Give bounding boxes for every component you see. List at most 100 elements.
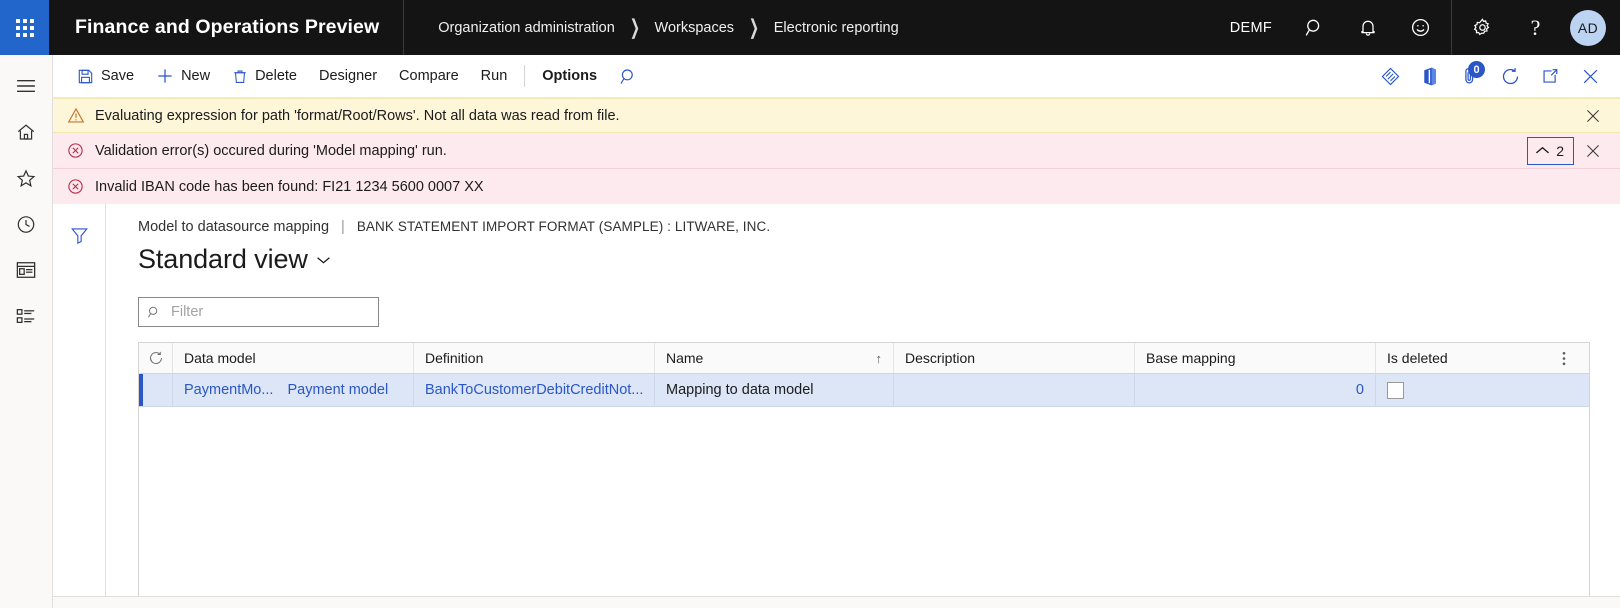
settings-button[interactable] bbox=[1456, 0, 1509, 55]
nav-recent-button[interactable] bbox=[0, 201, 52, 247]
column-options-ellipsis-icon bbox=[1562, 351, 1566, 365]
home-icon bbox=[17, 123, 35, 140]
error-circle-icon bbox=[68, 179, 83, 194]
quick-filter[interactable] bbox=[138, 297, 379, 327]
personalize-diamond-icon bbox=[1381, 67, 1399, 85]
grid-refresh-button[interactable] bbox=[139, 343, 173, 373]
sort-ascending-icon: ↑ bbox=[875, 350, 883, 366]
app-launcher-icon bbox=[15, 18, 34, 37]
breadcrumb: Organization administration ❯ Workspaces… bbox=[404, 0, 898, 55]
refresh-button[interactable] bbox=[1490, 58, 1530, 94]
error-message-bar: Validation error(s) occured during 'Mode… bbox=[53, 133, 1620, 168]
user-avatar[interactable]: AD bbox=[1570, 9, 1606, 46]
compare-button[interactable]: Compare bbox=[388, 60, 470, 92]
options-button[interactable]: Options bbox=[531, 60, 608, 92]
options-label: Options bbox=[542, 68, 598, 84]
grid-column-header-definition[interactable]: Definition bbox=[414, 343, 655, 373]
column-label: Data model bbox=[184, 350, 256, 366]
definition-link[interactable]: BankToCustomerDebitCreditNot... bbox=[425, 382, 643, 398]
feedback-smiley-icon bbox=[1411, 18, 1430, 37]
designer-button[interactable]: Designer bbox=[308, 60, 388, 92]
grid-column-header-data-model[interactable]: Data model bbox=[173, 343, 414, 373]
table-row[interactable]: PaymentMo... Payment model BankToCustome… bbox=[139, 374, 1589, 407]
cell-description[interactable] bbox=[894, 374, 1135, 406]
product-title[interactable]: Finance and Operations Preview bbox=[49, 0, 405, 55]
error-close-button[interactable] bbox=[1576, 135, 1610, 167]
warning-bar-actions bbox=[1576, 100, 1620, 132]
save-button[interactable]: Save bbox=[66, 60, 145, 92]
top-bar-actions: DEMF ? AD bbox=[1214, 0, 1620, 55]
cell-base-mapping[interactable]: 0 bbox=[1135, 374, 1376, 406]
favorites-star-icon bbox=[16, 168, 36, 187]
cell-definition[interactable]: BankToCustomerDebitCreditNot... bbox=[414, 374, 655, 406]
breadcrumb-item-2[interactable]: Electronic reporting bbox=[774, 20, 899, 36]
caption-separator: | bbox=[341, 219, 345, 235]
content-region: Model to datasource mapping | BANK STATE… bbox=[53, 204, 1620, 596]
grid-header-row: Data model Definition Name ↑ Description bbox=[139, 343, 1589, 374]
grid-body: PaymentMo... Payment model BankToCustome… bbox=[139, 374, 1589, 596]
error-collapse-toggle[interactable]: 2 bbox=[1527, 136, 1574, 165]
nav-modules-button[interactable] bbox=[0, 293, 52, 339]
app-launcher-button[interactable] bbox=[0, 0, 49, 55]
attachments-count-badge: 0 bbox=[1468, 61, 1485, 78]
personalize-button[interactable] bbox=[1370, 58, 1410, 94]
workspaces-icon bbox=[16, 262, 36, 278]
top-bar-divider bbox=[1451, 0, 1452, 55]
filter-pane-button[interactable] bbox=[53, 217, 105, 253]
help-button[interactable]: ? bbox=[1509, 0, 1562, 55]
search-icon bbox=[148, 306, 158, 318]
feedback-button[interactable] bbox=[1394, 0, 1447, 55]
close-icon bbox=[1587, 109, 1599, 122]
new-button[interactable]: New bbox=[145, 60, 221, 92]
close-icon bbox=[1583, 69, 1597, 83]
run-button[interactable]: Run bbox=[470, 60, 519, 92]
grid-column-header-base-mapping[interactable]: Base mapping bbox=[1135, 343, 1376, 373]
command-bar-right-actions: 0 bbox=[1370, 58, 1620, 94]
help-question-icon: ? bbox=[1530, 14, 1541, 40]
global-search-button[interactable] bbox=[1288, 0, 1341, 55]
nav-favorites-button[interactable] bbox=[0, 155, 52, 201]
page-caption-sub: BANK STATEMENT IMPORT FORMAT (SAMPLE) : … bbox=[356, 219, 771, 234]
nav-workspaces-button[interactable] bbox=[0, 247, 52, 293]
run-label: Run bbox=[480, 68, 508, 84]
grid-column-header-name[interactable]: Name ↑ bbox=[655, 343, 894, 373]
grid-column-header-is-deleted[interactable]: Is deleted bbox=[1376, 343, 1589, 373]
delete-button[interactable]: Delete bbox=[221, 60, 308, 92]
refresh-icon bbox=[149, 351, 162, 364]
cell-data-model[interactable]: PaymentMo... Payment model bbox=[173, 374, 414, 406]
warning-triangle-icon-wrap bbox=[67, 107, 93, 124]
office-app-icon bbox=[1424, 67, 1437, 85]
modules-list-icon bbox=[16, 309, 35, 323]
trash-icon bbox=[234, 70, 246, 83]
save-label: Save bbox=[101, 68, 135, 84]
office-integration-button[interactable] bbox=[1410, 58, 1450, 94]
app-body: Save New Delete Designer Compare Run Opt… bbox=[0, 55, 1620, 608]
nav-hamburger-button[interactable] bbox=[0, 63, 52, 109]
attachments-button[interactable]: 0 bbox=[1450, 58, 1490, 94]
error-circle-icon bbox=[68, 143, 83, 158]
view-selector[interactable]: Standard view bbox=[138, 244, 1590, 275]
cell-is-deleted[interactable] bbox=[1376, 374, 1589, 406]
filter-input[interactable] bbox=[169, 303, 370, 321]
data-model-name-link[interactable]: Payment model bbox=[287, 382, 388, 398]
main-area: Save New Delete Designer Compare Run Opt… bbox=[53, 55, 1620, 608]
nav-home-button[interactable] bbox=[0, 109, 52, 155]
designer-label: Designer bbox=[319, 68, 378, 84]
command-search-button[interactable] bbox=[608, 58, 648, 94]
company-selector[interactable]: DEMF bbox=[1214, 20, 1288, 36]
close-page-button[interactable] bbox=[1570, 58, 1610, 94]
breadcrumb-item-0[interactable]: Organization administration bbox=[438, 20, 615, 36]
column-options-button[interactable] bbox=[1550, 351, 1578, 366]
warning-close-button[interactable] bbox=[1576, 100, 1610, 132]
cell-name[interactable]: Mapping to data model bbox=[655, 374, 894, 406]
filter-funnel-icon bbox=[70, 227, 88, 244]
column-label: Description bbox=[905, 350, 976, 366]
page-caption: Model to datasource mapping | BANK STATE… bbox=[138, 219, 1590, 235]
is-deleted-checkbox[interactable] bbox=[1387, 381, 1404, 399]
open-in-new-window-button[interactable] bbox=[1530, 58, 1570, 94]
data-model-code-link[interactable]: PaymentMo... bbox=[184, 382, 273, 398]
grid-column-header-description[interactable]: Description bbox=[894, 343, 1135, 373]
name-value: Mapping to data model bbox=[666, 382, 814, 398]
notifications-button[interactable] bbox=[1341, 0, 1394, 55]
breadcrumb-item-1[interactable]: Workspaces bbox=[655, 20, 735, 36]
